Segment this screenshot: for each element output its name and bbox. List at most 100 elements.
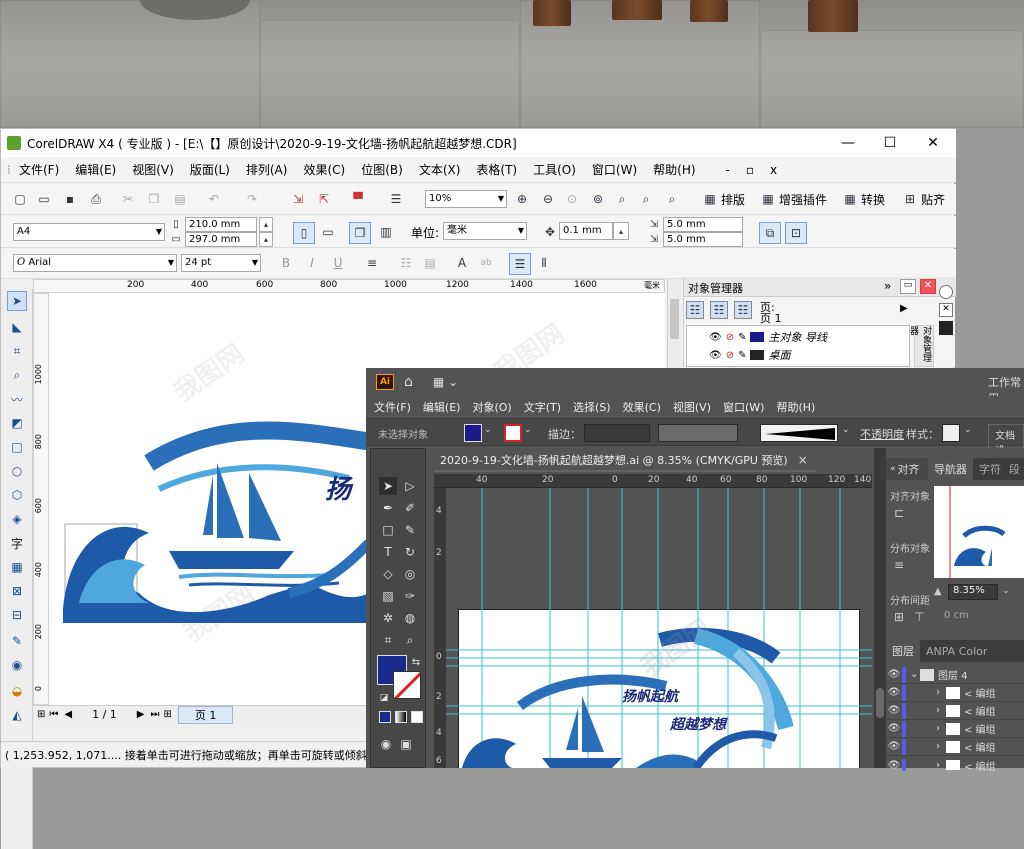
align-left-icon[interactable]: ⊏ <box>894 506 904 520</box>
undo-icon[interactable]: ↶ <box>205 190 223 208</box>
color-swatch-black[interactable] <box>939 321 953 335</box>
redo-icon[interactable]: ↷ <box>243 190 261 208</box>
menu-edit[interactable]: 编辑(E) <box>67 161 124 178</box>
underline-icon[interactable]: U <box>329 254 347 272</box>
home-icon[interactable]: ⌂ <box>404 374 413 390</box>
artboard-tool-icon[interactable]: ⌗ <box>379 631 397 649</box>
zoom-tool-icon[interactable]: ⌕ <box>401 631 419 649</box>
bullet-list-icon[interactable]: ☷ <box>397 254 415 272</box>
fill-tool-icon[interactable]: ◒ <box>7 681 27 701</box>
menu-text[interactable]: 文本(X) <box>411 161 469 178</box>
unit-field[interactable]: 0 cm <box>944 610 969 621</box>
drop-cap-icon[interactable]: ▤ <box>421 254 439 272</box>
dimension-tool-icon[interactable]: ⊠ <box>7 581 27 601</box>
convert-button[interactable]: 转换 <box>861 191 885 208</box>
print-icon[interactable]: ⎙ <box>87 190 105 208</box>
cut-icon[interactable]: ✂ <box>119 190 137 208</box>
portrait-icon[interactable]: ▯ <box>293 222 315 244</box>
graphic-style-swatch[interactable] <box>942 424 960 442</box>
pick-tool-icon[interactable]: ➤ <box>7 291 27 311</box>
color-mode-icon[interactable] <box>379 711 391 723</box>
zoom-selected-icon[interactable]: ⊙ <box>563 190 581 208</box>
none-mode-icon[interactable] <box>411 711 423 723</box>
font-size-select[interactable]: 24 pt ▼ <box>181 254 261 272</box>
object-manager-menu-icon[interactable]: ▶ <box>900 303 908 314</box>
zoom-tool-icon[interactable]: ⌕ <box>7 365 27 385</box>
expand-chevron-icon[interactable]: › <box>936 741 946 752</box>
sublayer-row[interactable]: 👁 › < 编组 <box>886 720 1024 738</box>
expand-chevron-icon[interactable]: ⌄ <box>910 669 920 680</box>
visibility-eye-icon[interactable]: 👁 <box>886 741 902 752</box>
type-tool-icon[interactable]: T <box>379 543 397 561</box>
save-icon[interactable]: ▪ <box>61 190 79 208</box>
mdi-restore-button[interactable]: ▫ <box>738 163 762 177</box>
expand-chevron-icon[interactable]: › <box>936 760 946 771</box>
current-page-icon[interactable]: ▥ <box>377 223 395 241</box>
gradient-mode-icon[interactable] <box>395 711 407 723</box>
vertical-text-icon[interactable]: ⦀ <box>535 254 553 272</box>
treat-as-filled-icon[interactable]: ⧉ <box>759 222 781 244</box>
arrange-documents-icon[interactable]: ▦ ⌄ <box>433 375 458 389</box>
panel-close-button[interactable]: ✕ <box>920 279 936 294</box>
character-format-icon[interactable]: A <box>453 254 471 272</box>
ai-menu-effect[interactable]: 效果(C) <box>617 399 667 415</box>
bold-icon[interactable]: B <box>277 254 295 272</box>
paste-icon[interactable]: ▤ <box>171 190 189 208</box>
page-height-input[interactable]: 297.0 mm <box>185 232 257 247</box>
navigator-zoom-out-icon[interactable]: ▲ <box>934 586 942 597</box>
snap-button[interactable]: 贴齐 <box>921 191 945 208</box>
color-palette-button[interactable] <box>939 285 953 299</box>
zoom-dropdown-icon[interactable]: ⌄ <box>1002 586 1010 596</box>
interactive-fill-icon[interactable]: ◭ <box>7 705 27 725</box>
expand-chevron-icon[interactable]: › <box>936 687 946 698</box>
stroke-color-box[interactable] <box>393 671 421 699</box>
pencil-icon[interactable]: ✎ <box>738 332 746 343</box>
lasso-tool-icon[interactable]: ◎ <box>401 565 419 583</box>
eyedropper-tool-icon[interactable]: ✑ <box>401 587 419 605</box>
layer-manager-view-icon[interactable]: ☷ <box>734 301 752 319</box>
menu-view[interactable]: 视图(V) <box>124 161 182 178</box>
rotate-tool-icon[interactable]: ↻ <box>401 543 419 561</box>
maximize-button[interactable]: ☐ <box>867 129 913 157</box>
table-tool-icon[interactable]: ▦ <box>7 557 27 577</box>
navigator-zoom-input[interactable]: 8.35% <box>948 584 998 600</box>
shape-builder-icon[interactable]: ◍ <box>401 609 419 627</box>
style-dropdown-icon[interactable]: ⌄ <box>964 425 972 435</box>
selection-tool-icon[interactable]: ➤ <box>379 477 397 495</box>
align-panel-tab[interactable]: «对齐 <box>886 458 930 480</box>
ellipse-tool-icon[interactable]: ○ <box>7 461 27 481</box>
prev-page-icon[interactable]: ◀ <box>64 709 72 720</box>
rectangle-tool-icon[interactable]: □ <box>7 437 27 457</box>
visibility-eye-icon[interactable]: 👁 <box>886 705 902 716</box>
stroke-color-swatch[interactable] <box>504 424 522 442</box>
basic-shapes-icon[interactable]: ◈ <box>7 509 27 529</box>
fill-dropdown-icon[interactable]: ⌄ <box>484 425 492 435</box>
curvature-tool-icon[interactable]: ✐ <box>401 499 419 517</box>
zoom-all-icon[interactable]: ⊚ <box>589 190 607 208</box>
smart-fill-icon[interactable]: ◩ <box>7 413 27 433</box>
navigator-tab[interactable]: 导航器 <box>928 458 973 480</box>
distribute-spacing-icon[interactable]: ⊞ <box>894 610 904 624</box>
open-folder-icon[interactable]: ▭ <box>35 190 53 208</box>
horizontal-text-icon[interactable]: ☰ <box>509 253 531 275</box>
visibility-eye-icon[interactable]: 👁 <box>886 760 902 771</box>
layers-tab[interactable]: 图层 <box>886 640 920 662</box>
distribute-top-icon[interactable]: ≡ <box>894 558 904 572</box>
menu-layout[interactable]: 版面(L) <box>182 161 238 178</box>
sublayer-row[interactable]: 👁 › < 编组 <box>886 738 1024 756</box>
expand-chevron-icon[interactable]: › <box>936 723 946 734</box>
polygon-tool-icon[interactable]: ⬡ <box>7 485 27 505</box>
paragraph-tab[interactable]: 段 <box>1007 458 1022 480</box>
layer-row-master[interactable]: 👁 ⊘ ✎ 主对象 导线 <box>709 329 827 345</box>
font-family-select[interactable]: O Arial ▼ <box>13 254 177 272</box>
print-disabled-icon[interactable]: ⊘ <box>726 332 734 343</box>
zoom-out-icon[interactable]: ⊖ <box>539 190 557 208</box>
crop-tool-icon[interactable]: ⌗ <box>7 341 27 361</box>
unit-select[interactable]: 毫米 ▼ <box>443 222 527 240</box>
shape-tool-icon[interactable]: ◣ <box>7 317 27 337</box>
ai-menu-file[interactable]: 文件(F) <box>368 399 417 415</box>
menu-effects[interactable]: 效果(C) <box>295 161 353 178</box>
eyedropper-icon[interactable]: ✎ <box>7 631 27 651</box>
sublayer-row[interactable]: 👁 › < 编组 <box>886 702 1024 720</box>
navigator-preview[interactable] <box>934 486 1024 578</box>
